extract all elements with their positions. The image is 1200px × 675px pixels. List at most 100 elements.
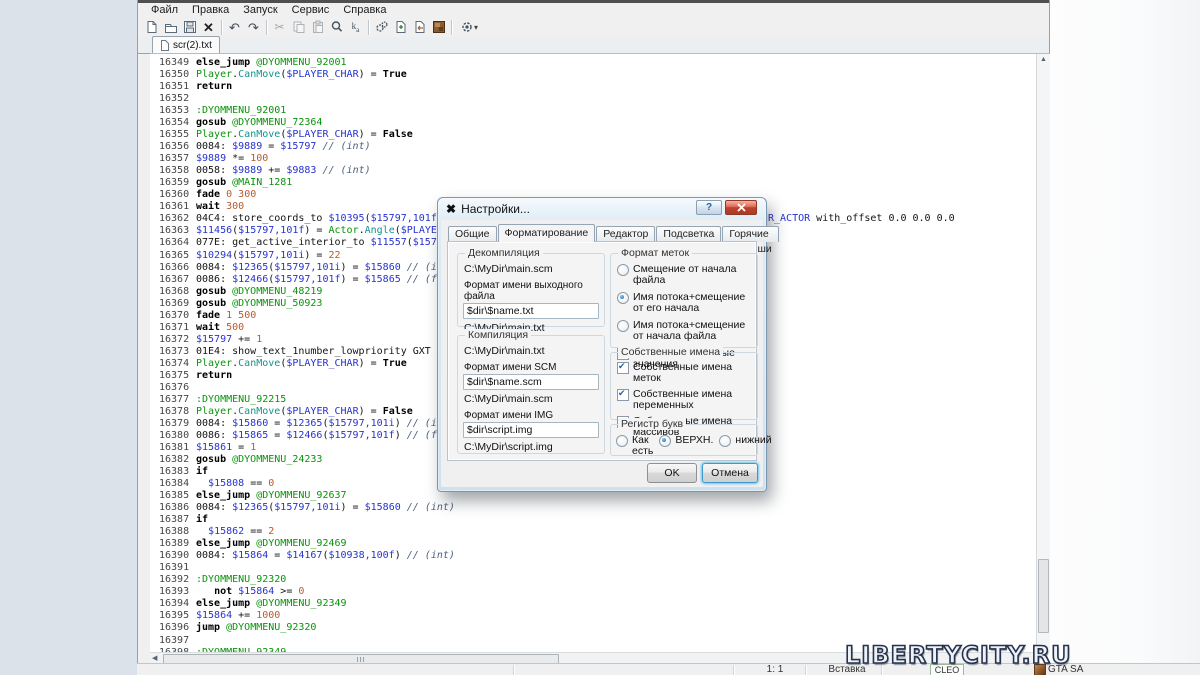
label-format-group-label: Формат меток — [618, 247, 692, 259]
dialog-tab-Редактор[interactable]: Редактор — [596, 226, 655, 242]
scroll-up-icon[interactable]: ▲ — [1037, 54, 1050, 65]
compile-copy-button[interactable] — [391, 18, 410, 36]
radio-selected-icon[interactable] — [659, 435, 671, 447]
radio-icon[interactable] — [617, 264, 629, 276]
option-label: Собственные имена меток — [633, 362, 753, 384]
menu-item-Справка[interactable]: Справка — [336, 4, 393, 16]
code-token: else_jump — [196, 57, 256, 68]
code-text: 0084: $15864 = $14167($10938,100f) // (i… — [196, 550, 455, 561]
replace-button[interactable]: ka — [346, 18, 365, 36]
code-line: 16395$15864 += 1000 — [150, 610, 1037, 622]
code-text: gosub @DYOMMENU_48219 — [196, 286, 322, 297]
toolbar: ✕ ↶ ↷ ✂ ka — [138, 17, 1049, 37]
redo-button[interactable]: ↷ — [244, 18, 263, 36]
check-option[interactable]: Собственные имена переменных — [617, 389, 753, 411]
code-token: Player — [196, 129, 232, 140]
code-token: $PLAYER_CHAR — [286, 69, 358, 80]
code-token: $15797,101i — [274, 262, 340, 273]
compile-button[interactable] — [372, 18, 391, 36]
vertical-scroll-thumb[interactable] — [1038, 559, 1049, 633]
search-button[interactable] — [327, 18, 346, 36]
code-token: = — [262, 141, 280, 152]
code-token: True — [383, 69, 407, 80]
undo-button[interactable]: ↶ — [225, 18, 244, 36]
option-label: Имя потока+смещение от его начала — [633, 292, 753, 314]
vertical-scrollbar[interactable]: ▲ ▼ — [1036, 54, 1050, 653]
dialog-tab-Подсветка[interactable]: Подсветка — [656, 226, 721, 242]
code-text: $11456($15797,101f) = Actor.Angle($PLAYE… — [196, 225, 443, 236]
save-file-button[interactable] — [180, 18, 199, 36]
code-text-overflow: R_ACTOR with_offset 0.0 0.0 0.0 — [768, 213, 955, 225]
radio-option[interactable]: ВЕРХН. — [659, 435, 713, 457]
dialog-tab-Общие[interactable]: Общие — [448, 226, 497, 242]
scm-format-input[interactable] — [463, 374, 599, 390]
paste-icon — [311, 20, 325, 34]
menu-item-Сервис[interactable]: Сервис — [285, 4, 337, 16]
code-text: gosub @DYOMMENU_72364 — [196, 117, 322, 128]
tab-scr2-txt[interactable]: scr(2).txt — [152, 36, 220, 54]
check-selected-icon[interactable] — [617, 362, 629, 374]
radio-option[interactable]: Имя потока+смещение от его начала — [617, 292, 753, 314]
code-token: ) — [395, 550, 407, 561]
compile-gears-icon — [375, 20, 389, 34]
dialog-help-button[interactable]: ? — [696, 200, 722, 215]
code-token: CanMove — [238, 129, 280, 140]
copy-button[interactable] — [289, 18, 308, 36]
code-line: 16393 not $15864 >= 0 — [150, 586, 1037, 598]
paste-button[interactable] — [308, 18, 327, 36]
code-token: 0.0 0.0 0.0 — [888, 213, 954, 224]
check-option[interactable]: Собственные имена меток — [617, 362, 753, 384]
code-token: @DYOMMENU_92320 — [226, 622, 316, 633]
settings-button[interactable]: ▾ — [455, 18, 483, 36]
radio-option[interactable]: Как есть — [616, 435, 653, 457]
output-format-label: Формат имени выходного файла — [464, 280, 604, 302]
code-text: wait 300 — [196, 201, 244, 212]
cancel-button[interactable]: Отмена — [702, 463, 758, 483]
line-number: 16366 — [150, 262, 196, 274]
code-text: wait 500 — [196, 322, 244, 333]
settings-dialog: ✖ Настройки... ? ОбщиеФорматированиеРеда… — [437, 197, 767, 492]
menu-item-Файл[interactable]: Файл — [144, 4, 185, 16]
radio-selected-icon[interactable] — [617, 292, 629, 304]
menu-item-Запуск[interactable]: Запуск — [236, 4, 284, 16]
code-token: $9889 — [232, 141, 262, 152]
sanny-builder-logo-icon: ✖ — [446, 203, 456, 215]
dialog-tab-Горячие клавиши[interactable]: Горячие клавиши — [722, 226, 778, 242]
close-file-button[interactable]: ✕ — [199, 18, 218, 36]
img-format-input[interactable] — [463, 422, 599, 438]
dialog-tab-Форматирование[interactable]: Форматирование — [498, 224, 596, 242]
scm-format-label: Формат имени SCM — [464, 362, 604, 373]
radio-icon[interactable] — [617, 320, 629, 332]
launch-game-button[interactable] — [429, 18, 448, 36]
code-token: *= — [226, 153, 250, 164]
code-token: >= — [274, 586, 298, 597]
code-token: $15797 — [196, 334, 232, 345]
code-text: not $15864 >= 0 — [196, 586, 304, 597]
menu-item-Правка[interactable]: Правка — [185, 4, 236, 16]
dialog-client-area: ОбщиеФорматированиеРедакторПодсветкаГоря… — [441, 220, 763, 487]
line-number: 16356 — [150, 141, 196, 153]
code-text: 0084: $12365($15797,101i) = $15860 // (i… — [196, 262, 455, 273]
code-text: $10294($15797,101i) = 22 — [196, 250, 341, 261]
new-file-button[interactable] — [142, 18, 161, 36]
line-number: 16357 — [150, 153, 196, 165]
dialog-close-button[interactable] — [725, 200, 757, 215]
code-token: @DYOMMENU_92637 — [256, 490, 346, 501]
line-number: 16372 — [150, 334, 196, 346]
code-text: :DYOMMENU_92215 — [196, 394, 286, 405]
ok-button[interactable]: OK — [647, 463, 697, 483]
cut-button[interactable]: ✂ — [270, 18, 289, 36]
radio-icon[interactable] — [616, 435, 628, 447]
status-divider — [805, 665, 806, 675]
code-token: == — [244, 526, 268, 537]
line-number: 16391 — [150, 562, 196, 574]
radio-option[interactable]: Смещение от начала файла — [617, 264, 753, 286]
radio-option[interactable]: Имя потока+смещение от начала файла — [617, 320, 753, 342]
radio-icon[interactable] — [719, 435, 731, 447]
code-token: $10938,100f — [328, 550, 394, 561]
output-format-input[interactable] — [463, 303, 599, 319]
check-selected-icon[interactable] — [617, 389, 629, 401]
open-file-button[interactable] — [161, 18, 180, 36]
radio-option[interactable]: нижний — [719, 435, 771, 457]
decompile-button[interactable] — [410, 18, 429, 36]
